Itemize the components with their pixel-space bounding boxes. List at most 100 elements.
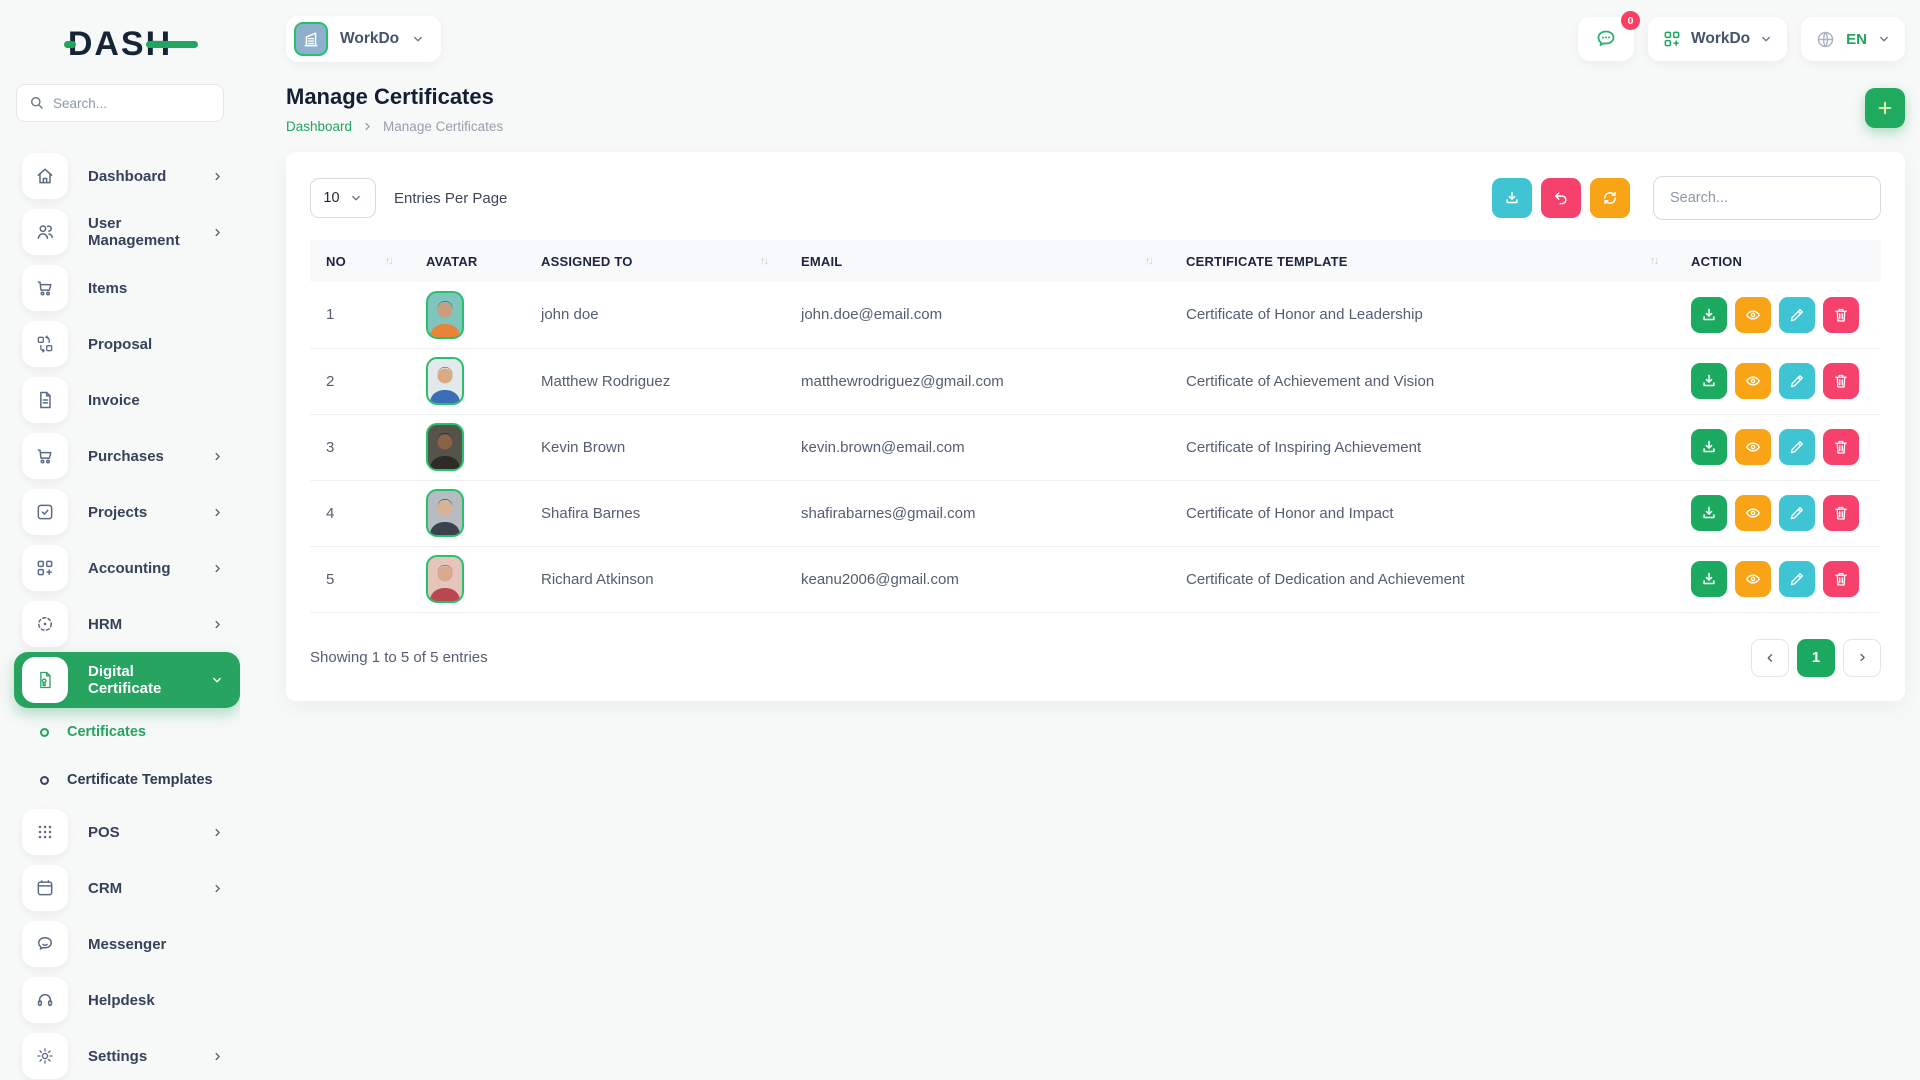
column-header-email[interactable]: EMAIL ↑↓ <box>785 240 1170 282</box>
edit-button[interactable] <box>1779 429 1815 465</box>
delete-button[interactable] <box>1823 363 1859 399</box>
cell-email: matthewrodriguez@gmail.com <box>785 348 1170 414</box>
cell-avatar <box>410 480 525 546</box>
pagination-page-1-button[interactable]: 1 <box>1797 639 1835 677</box>
cell-no: 5 <box>310 546 410 612</box>
sort-icon[interactable]: ↑↓ <box>1650 255 1659 267</box>
table-search-input[interactable] <box>1653 176 1881 220</box>
sidebar-search-input[interactable] <box>16 84 224 122</box>
cell-email: kevin.brown@email.com <box>785 414 1170 480</box>
sort-icon[interactable]: ↑↓ <box>385 255 394 267</box>
column-header-assigned-to[interactable]: ASSIGNED TO↑↓ <box>525 240 785 282</box>
table-row: 2Matthew Rodriguezmatthewrodriguez@gmail… <box>310 348 1881 414</box>
delete-button[interactable] <box>1823 429 1859 465</box>
workspace-switcher[interactable]: WorkDo <box>286 16 441 62</box>
sidebar-item-invoice[interactable]: Invoice <box>0 372 240 428</box>
sidebar-item-user-management[interactable]: User Management <box>0 204 240 260</box>
view-button[interactable] <box>1735 297 1771 333</box>
sidebar-item-dashboard[interactable]: Dashboard <box>0 148 240 204</box>
view-button[interactable] <box>1735 363 1771 399</box>
table-row: 3Kevin Brownkevin.brown@email.comCertifi… <box>310 414 1881 480</box>
export-button[interactable] <box>1492 178 1532 218</box>
sidebar-item-messenger[interactable]: Messenger <box>0 916 240 972</box>
toolbar-right <box>1492 176 1881 220</box>
page-header: Manage Certificates Dashboard Manage Cer… <box>240 64 1920 134</box>
download-button[interactable] <box>1691 363 1727 399</box>
column-header-certificate-template[interactable]: CERTIFICATE TEMPLATE↑↓ <box>1170 240 1675 282</box>
breadcrumb-dashboard-link[interactable]: Dashboard <box>286 119 352 134</box>
language-menu[interactable]: EN <box>1801 17 1905 61</box>
download-button[interactable] <box>1691 561 1727 597</box>
pagination-next-button[interactable] <box>1843 639 1881 677</box>
download-button[interactable] <box>1691 297 1727 333</box>
edit-button[interactable] <box>1779 495 1815 531</box>
bullet-icon <box>40 728 49 737</box>
delete-button[interactable] <box>1823 561 1859 597</box>
download-button[interactable] <box>1691 495 1727 531</box>
download-button[interactable] <box>1691 429 1727 465</box>
avatar <box>426 357 464 405</box>
sidebar-item-helpdesk[interactable]: Helpdesk <box>0 972 240 1028</box>
delete-button[interactable] <box>1823 495 1859 531</box>
chevron-right-icon <box>211 226 224 239</box>
sidebar-item-label: Digital Certificate <box>88 663 210 697</box>
table-row: 5Richard Atkinsonkeanu2006@gmail.comCert… <box>310 546 1881 612</box>
sidebar-subitem-label: Certificate Templates <box>67 772 213 788</box>
table-body: 1john doejohn.doe@email.comCertificate o… <box>310 282 1881 612</box>
pagination-prev-button[interactable] <box>1751 639 1789 677</box>
download-icon <box>1700 504 1718 522</box>
edit-button[interactable] <box>1779 561 1815 597</box>
undo-icon <box>1552 189 1570 207</box>
edit-button[interactable] <box>1779 297 1815 333</box>
column-header-label: NO <box>326 254 346 269</box>
grid-plus-icon <box>1662 29 1682 49</box>
avatar <box>426 555 464 603</box>
logo-accent-dot <box>64 41 76 48</box>
edit-button[interactable] <box>1779 363 1815 399</box>
chevron-right-icon <box>211 450 224 463</box>
cell-email: john.doe@email.com <box>785 282 1170 348</box>
undo-button[interactable] <box>1541 178 1581 218</box>
column-header-label: EMAIL <box>801 254 842 269</box>
cell-avatar <box>410 282 525 348</box>
refresh-button[interactable] <box>1590 178 1630 218</box>
table-row: 1john doejohn.doe@email.comCertificate o… <box>310 282 1881 348</box>
sidebar-item-items[interactable]: Items <box>0 260 240 316</box>
add-certificate-button[interactable] <box>1865 88 1905 128</box>
sort-icon[interactable]: ↑↓ <box>1145 255 1154 267</box>
trash-icon <box>1832 570 1850 588</box>
column-header-no[interactable]: NO ↑↓ <box>310 240 410 282</box>
cell-assigned-to: Richard Atkinson <box>525 546 785 612</box>
entries-selected-value: 10 <box>323 190 339 206</box>
refresh-icon <box>1601 189 1619 207</box>
sidebar-subitem-certificates[interactable]: Certificates <box>0 708 240 756</box>
home-icon <box>22 153 68 199</box>
cell-action <box>1675 480 1881 546</box>
entries-per-page-select[interactable]: 10 <box>310 178 376 218</box>
sidebar-item-pos[interactable]: POS <box>0 804 240 860</box>
card-toolbar: 10 Entries Per Page <box>310 176 1881 220</box>
cart-icon <box>22 433 68 479</box>
sidebar-item-projects[interactable]: Projects <box>0 484 240 540</box>
globe-icon <box>1815 29 1836 50</box>
view-button[interactable] <box>1735 561 1771 597</box>
sidebar-item-purchases[interactable]: Purchases <box>0 428 240 484</box>
sidebar-item-accounting[interactable]: Accounting <box>0 540 240 596</box>
topbar-right: 0 WorkDo EN <box>1578 17 1905 61</box>
sidebar-subitem-certificate-templates[interactable]: Certificate Templates <box>0 756 240 804</box>
chat-bubble-icon <box>1594 27 1618 51</box>
sidebar-item-label: Projects <box>88 504 147 521</box>
sidebar-item-proposal[interactable]: Proposal <box>0 316 240 372</box>
sidebar-item-settings[interactable]: Settings <box>0 1028 240 1080</box>
messages-button[interactable]: 0 <box>1578 17 1634 61</box>
chevron-right-icon <box>211 618 224 631</box>
sidebar-item-crm[interactable]: CRM <box>0 860 240 916</box>
sort-icon[interactable]: ↑↓ <box>760 255 769 267</box>
view-button[interactable] <box>1735 495 1771 531</box>
delete-button[interactable] <box>1823 297 1859 333</box>
sidebar-item-digital-certificate[interactable]: Digital Certificate <box>14 652 240 708</box>
account-menu[interactable]: WorkDo <box>1648 17 1787 61</box>
sidebar-item-hrm[interactable]: HRM <box>0 596 240 652</box>
users-icon <box>22 209 68 255</box>
view-button[interactable] <box>1735 429 1771 465</box>
